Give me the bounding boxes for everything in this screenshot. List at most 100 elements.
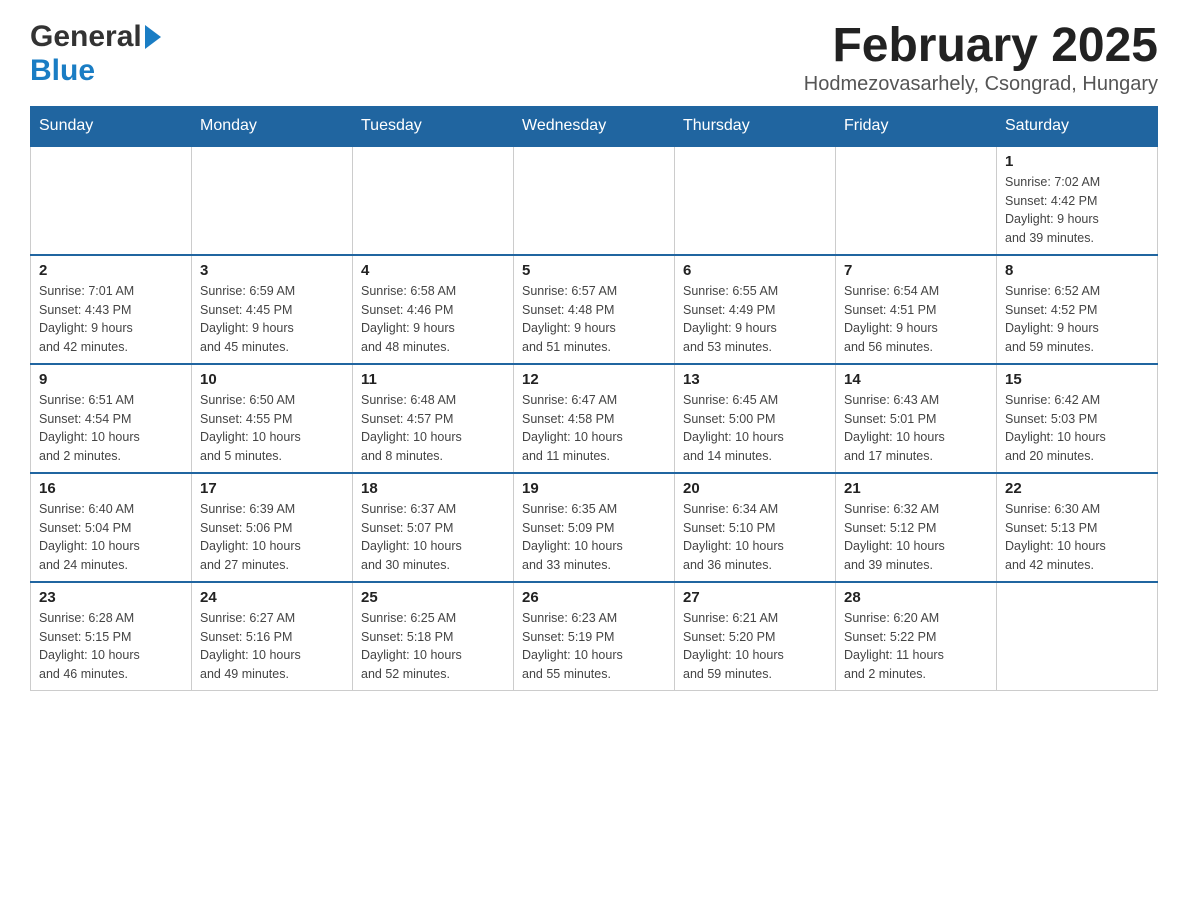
day-number: 19 [522, 480, 666, 497]
day-number: 28 [844, 589, 988, 606]
day-number: 20 [683, 480, 827, 497]
day-number: 18 [361, 480, 505, 497]
calendar-header-row: SundayMondayTuesdayWednesdayThursdayFrid… [31, 106, 1158, 146]
day-number: 21 [844, 480, 988, 497]
day-info: Sunrise: 6:37 AM Sunset: 5:07 PM Dayligh… [361, 500, 505, 575]
day-number: 6 [683, 262, 827, 279]
day-number: 2 [39, 262, 183, 279]
day-number: 26 [522, 589, 666, 606]
calendar-cell: 12 Sunrise: 6:47 AM Sunset: 4:58 PM Dayli… [514, 364, 675, 473]
calendar-cell: 25 Sunrise: 6:25 AM Sunset: 5:18 PM Dayli… [353, 582, 514, 691]
day-number: 27 [683, 589, 827, 606]
day-number: 16 [39, 480, 183, 497]
calendar-cell [675, 146, 836, 255]
day-number: 1 [1005, 153, 1149, 170]
logo-arrow-icon [145, 25, 161, 49]
day-info: Sunrise: 6:25 AM Sunset: 5:18 PM Dayligh… [361, 609, 505, 684]
day-info: Sunrise: 6:20 AM Sunset: 5:22 PM Dayligh… [844, 609, 988, 684]
day-info: Sunrise: 6:54 AM Sunset: 4:51 PM Dayligh… [844, 282, 988, 357]
day-info: Sunrise: 6:23 AM Sunset: 5:19 PM Dayligh… [522, 609, 666, 684]
weekday-header-saturday: Saturday [997, 106, 1158, 146]
day-info: Sunrise: 7:01 AM Sunset: 4:43 PM Dayligh… [39, 282, 183, 357]
day-number: 24 [200, 589, 344, 606]
weekday-header-wednesday: Wednesday [514, 106, 675, 146]
day-info: Sunrise: 6:39 AM Sunset: 5:06 PM Dayligh… [200, 500, 344, 575]
weekday-header-sunday: Sunday [31, 106, 192, 146]
title-section: February 2025 Hodmezovasarhely, Csongrad… [804, 20, 1158, 96]
day-number: 10 [200, 371, 344, 388]
day-info: Sunrise: 6:57 AM Sunset: 4:48 PM Dayligh… [522, 282, 666, 357]
day-info: Sunrise: 6:45 AM Sunset: 5:00 PM Dayligh… [683, 391, 827, 466]
day-number: 9 [39, 371, 183, 388]
calendar-cell [31, 146, 192, 255]
day-info: Sunrise: 6:30 AM Sunset: 5:13 PM Dayligh… [1005, 500, 1149, 575]
day-info: Sunrise: 6:28 AM Sunset: 5:15 PM Dayligh… [39, 609, 183, 684]
day-number: 23 [39, 589, 183, 606]
day-number: 17 [200, 480, 344, 497]
calendar-cell: 5 Sunrise: 6:57 AM Sunset: 4:48 PM Daylig… [514, 255, 675, 364]
calendar-cell: 19 Sunrise: 6:35 AM Sunset: 5:09 PM Dayli… [514, 473, 675, 582]
calendar-cell: 24 Sunrise: 6:27 AM Sunset: 5:16 PM Dayli… [192, 582, 353, 691]
calendar-table: SundayMondayTuesdayWednesdayThursdayFrid… [30, 106, 1158, 691]
day-number: 14 [844, 371, 988, 388]
calendar-cell: 26 Sunrise: 6:23 AM Sunset: 5:19 PM Dayli… [514, 582, 675, 691]
logo: General Blue [30, 20, 161, 88]
day-number: 25 [361, 589, 505, 606]
calendar-week-5: 23 Sunrise: 6:28 AM Sunset: 5:15 PM Dayli… [31, 582, 1158, 691]
calendar-cell: 27Sunrise: 6:21 AM Sunset: 5:20 PM Dayli… [675, 582, 836, 691]
day-info: Sunrise: 6:40 AM Sunset: 5:04 PM Dayligh… [39, 500, 183, 575]
calendar-cell [353, 146, 514, 255]
calendar-week-2: 2 Sunrise: 7:01 AM Sunset: 4:43 PM Daylig… [31, 255, 1158, 364]
calendar-cell: 8 Sunrise: 6:52 AM Sunset: 4:52 PM Daylig… [997, 255, 1158, 364]
day-number: 4 [361, 262, 505, 279]
calendar-cell: 13 Sunrise: 6:45 AM Sunset: 5:00 PM Dayli… [675, 364, 836, 473]
day-number: 15 [1005, 371, 1149, 388]
calendar-cell: 9 Sunrise: 6:51 AM Sunset: 4:54 PM Daylig… [31, 364, 192, 473]
calendar-cell: 1 Sunrise: 7:02 AM Sunset: 4:42 PM Daylig… [997, 146, 1158, 255]
day-info: Sunrise: 6:48 AM Sunset: 4:57 PM Dayligh… [361, 391, 505, 466]
day-info: Sunrise: 6:34 AM Sunset: 5:10 PM Dayligh… [683, 500, 827, 575]
logo-general-text: General [30, 20, 142, 54]
calendar-cell: 2 Sunrise: 7:01 AM Sunset: 4:43 PM Daylig… [31, 255, 192, 364]
page-header: General Blue February 2025 Hodmezovasarh… [30, 20, 1158, 96]
weekday-header-tuesday: Tuesday [353, 106, 514, 146]
calendar-cell [997, 582, 1158, 691]
calendar-week-3: 9 Sunrise: 6:51 AM Sunset: 4:54 PM Daylig… [31, 364, 1158, 473]
day-info: Sunrise: 7:02 AM Sunset: 4:42 PM Dayligh… [1005, 173, 1149, 248]
calendar-cell: 28 Sunrise: 6:20 AM Sunset: 5:22 PM Dayli… [836, 582, 997, 691]
day-info: Sunrise: 6:32 AM Sunset: 5:12 PM Dayligh… [844, 500, 988, 575]
day-info: Sunrise: 6:55 AM Sunset: 4:49 PM Dayligh… [683, 282, 827, 357]
day-info: Sunrise: 6:52 AM Sunset: 4:52 PM Dayligh… [1005, 282, 1149, 357]
day-info: Sunrise: 6:35 AM Sunset: 5:09 PM Dayligh… [522, 500, 666, 575]
day-number: 7 [844, 262, 988, 279]
location: Hodmezovasarhely, Csongrad, Hungary [804, 73, 1158, 96]
day-info: Sunrise: 6:58 AM Sunset: 4:46 PM Dayligh… [361, 282, 505, 357]
day-number: 11 [361, 371, 505, 388]
calendar-cell: 16 Sunrise: 6:40 AM Sunset: 5:04 PM Dayli… [31, 473, 192, 582]
day-number: 8 [1005, 262, 1149, 279]
calendar-cell: 18 Sunrise: 6:37 AM Sunset: 5:07 PM Dayli… [353, 473, 514, 582]
weekday-header-monday: Monday [192, 106, 353, 146]
day-info: Sunrise: 6:42 AM Sunset: 5:03 PM Dayligh… [1005, 391, 1149, 466]
day-number: 13 [683, 371, 827, 388]
day-info: Sunrise: 6:50 AM Sunset: 4:55 PM Dayligh… [200, 391, 344, 466]
calendar-cell [514, 146, 675, 255]
weekday-header-thursday: Thursday [675, 106, 836, 146]
month-title: February 2025 [804, 20, 1158, 73]
calendar-cell [836, 146, 997, 255]
calendar-cell: 17 Sunrise: 6:39 AM Sunset: 5:06 PM Dayli… [192, 473, 353, 582]
day-info: Sunrise: 6:27 AM Sunset: 5:16 PM Dayligh… [200, 609, 344, 684]
calendar-cell: 14 Sunrise: 6:43 AM Sunset: 5:01 PM Dayli… [836, 364, 997, 473]
calendar-cell: 11 Sunrise: 6:48 AM Sunset: 4:57 PM Dayli… [353, 364, 514, 473]
day-info: Sunrise: 6:59 AM Sunset: 4:45 PM Dayligh… [200, 282, 344, 357]
calendar-week-4: 16 Sunrise: 6:40 AM Sunset: 5:04 PM Dayli… [31, 473, 1158, 582]
day-info: Sunrise: 6:47 AM Sunset: 4:58 PM Dayligh… [522, 391, 666, 466]
calendar-cell: 23 Sunrise: 6:28 AM Sunset: 5:15 PM Dayli… [31, 582, 192, 691]
calendar-cell: 6 Sunrise: 6:55 AM Sunset: 4:49 PM Daylig… [675, 255, 836, 364]
day-number: 12 [522, 371, 666, 388]
day-info: Sunrise: 6:51 AM Sunset: 4:54 PM Dayligh… [39, 391, 183, 466]
day-info: Sunrise: 6:43 AM Sunset: 5:01 PM Dayligh… [844, 391, 988, 466]
day-number: 5 [522, 262, 666, 279]
calendar-week-1: 1 Sunrise: 7:02 AM Sunset: 4:42 PM Daylig… [31, 146, 1158, 255]
logo-blue-text: Blue [30, 54, 95, 87]
